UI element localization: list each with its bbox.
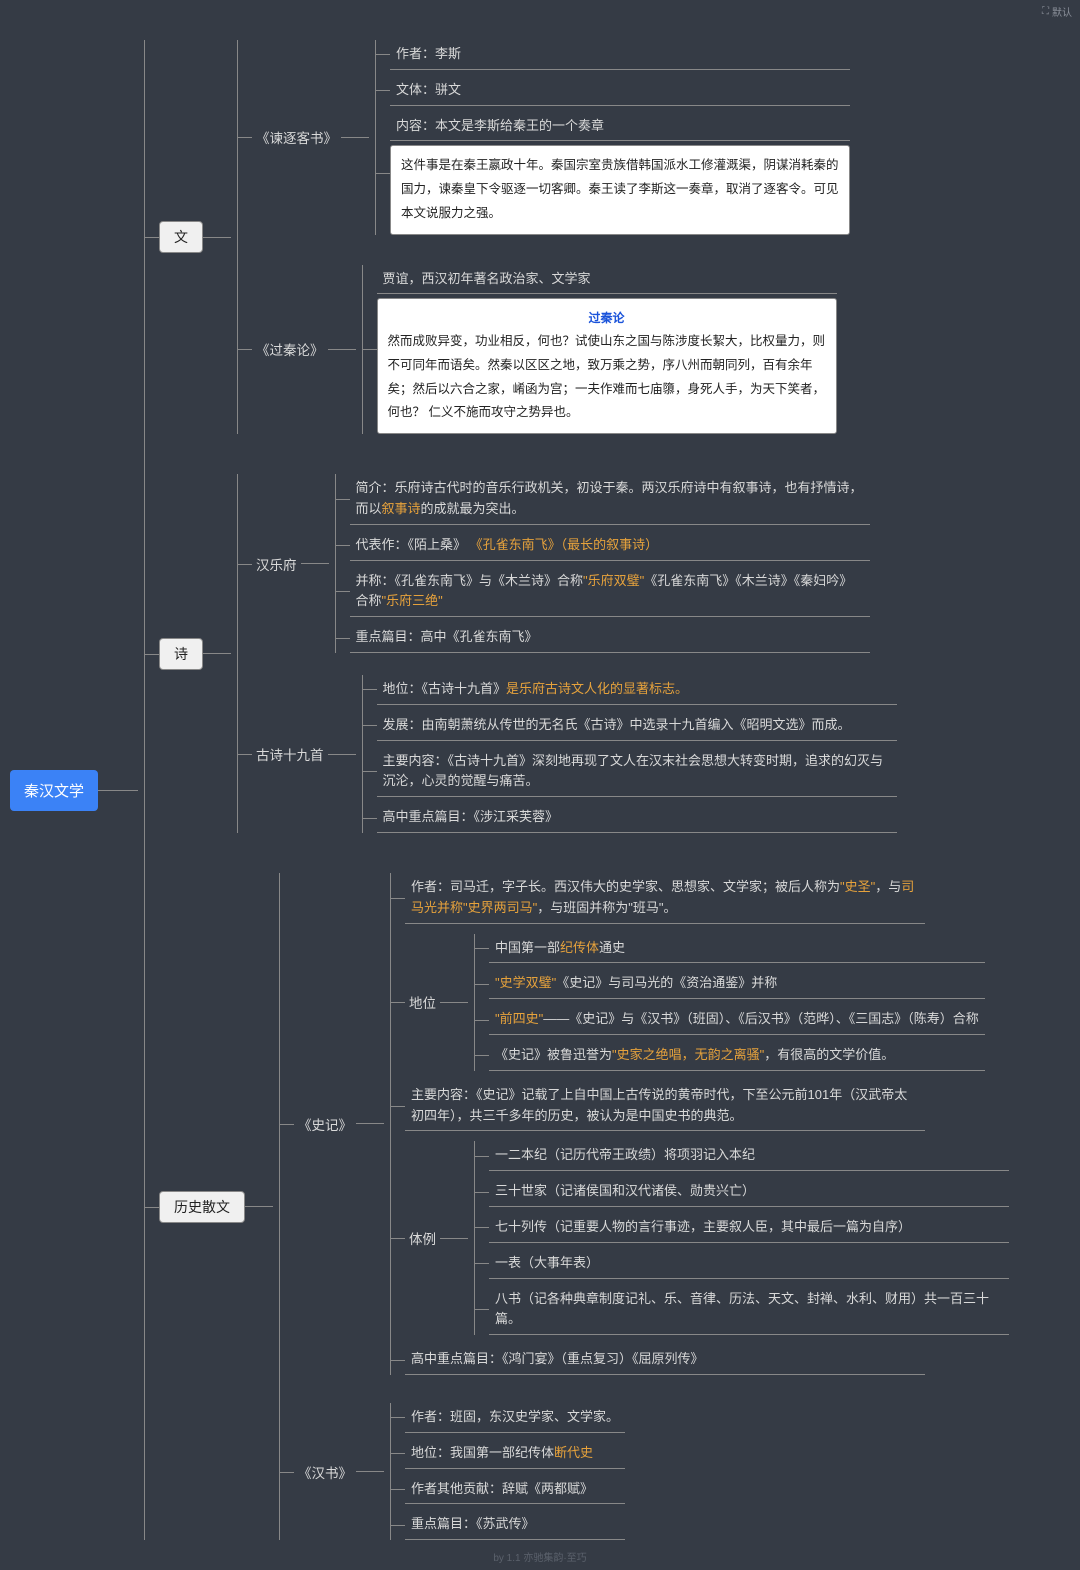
leaf-tili4: 一表（大事年表） [489,1249,1009,1279]
leaf-guoqin: 贾谊，西汉初年著名政治家、文学家 过秦论 然而成败异变，功业相反，何也？试使山东… [377,265,837,435]
leaf-shiji-content: 主要内容：《史记》记载了上自中国上古传说的黄帝时代，下至公元前101年（汉武帝太… [405,1081,925,1132]
leaf-pos1: 中国第一部纪传体通史 [489,934,985,964]
leaf-tili3: 七十列传（记重要人物的言行事迹，主要叙人臣，其中最后一篇为自序） [489,1213,1009,1243]
leaf-yuefu-rep: 代表作：《陌上桑》 《孔雀东南飞》（最长的叙事诗） [350,531,870,561]
node-shiji-pos[interactable]: 地位 [405,990,440,1014]
node-sanwen[interactable]: 历史散文 [159,1191,245,1223]
fullscreen-icon[interactable]: ⛶ [1042,6,1049,17]
root-node[interactable]: 秦汉文学 [10,770,98,811]
leaf-yuefu-focus: 重点篇目：高中《孔雀东南飞》 [350,623,870,653]
note-title: 过秦论 [388,307,826,330]
node-shi[interactable]: 诗 [159,638,203,670]
leaf-style: 文体：骈文 [390,76,850,106]
leaf-shiji-focus: 高中重点篇目：《鸿门宴》（重点复习）《屈原列传》 [405,1345,925,1375]
leaf-hanshu-author: 作者：班固，东汉史学家、文学家。 [405,1403,625,1433]
node-wen[interactable]: 文 [159,221,203,253]
note-body-hl: 仁义不施而攻守之势异也。 [429,405,579,419]
leaf-hanshu-focus: 重点篇目：《苏武传》 [405,1510,625,1540]
node-jianzhukeshu[interactable]: 《谏逐客书》 [252,125,341,149]
watermark: by 1.1 亦驰集韵·至巧 [493,1549,586,1564]
node-gushi19[interactable]: 古诗十九首 [252,742,328,766]
leaf-pos2: "史学双璧"《史记》与司马光的《资治通鉴》并称 [489,969,985,999]
leaf-hanshu-other: 作者其他贡献：辞赋《两都赋》 [405,1475,625,1505]
leaf-tili2: 三十世家（记诸侯国和汉代诸侯、勋贵兴亡） [489,1177,1009,1207]
leaf-pos3: "前四史"——《史记》与《汉书》（班固）、《后汉书》（范晔）、《三国志》（陈寿）… [489,1005,985,1035]
leaf-shiji-author: 作者：司马迁，字子长。西汉伟大的史学家、思想家、文学家；被后人称为"史圣"，与司… [405,873,925,924]
leaf-guoqin-author: 贾谊，西汉初年著名政治家、文学家 [377,265,837,295]
leaf-content-wrap: 内容：本文是李斯给秦王的一个奏章 这件事是在秦王嬴政十年。秦国宗室贵族借韩国派水… [390,112,850,235]
node-shiji-tili[interactable]: 体例 [405,1226,440,1250]
node-shiji[interactable]: 《史记》 [294,1112,356,1136]
leaf-tili1: 一二本纪（记历代帝王政绩）将项羽记入本纪 [489,1141,1009,1171]
note-jianzhu: 这件事是在秦王嬴政十年。秦国宗室贵族借韩国派水工修灌溉渠，阴谋消耗秦的国力，谏秦… [390,145,850,234]
toolbar-label: 默认 [1052,4,1072,19]
node-guoqinlun[interactable]: 《过秦论》 [252,337,328,361]
node-hanshu[interactable]: 《汉书》 [294,1460,356,1484]
toolbar: ⛶ 默认 [1042,4,1072,19]
mindmap-canvas[interactable]: ⛶ 默认 秦汉文学 文 《谏逐客书》 作者：李斯 文体：骈文 [0,0,1080,1570]
leaf-tili5: 八书（记各种典章制度记礼、乐、音律、历法、天文、封禅、水利、财用）共一百三十篇。 [489,1285,1009,1336]
leaf-content: 内容：本文是李斯给秦王的一个奏章 [390,112,850,142]
leaf-author: 作者：李斯 [390,40,850,70]
leaf-yuefu-intro: 简介：乐府诗古代时的音乐行政机关，初设于秦。两汉乐府诗中有叙事诗，也有抒情诗，而… [350,474,870,525]
node-yuefu[interactable]: 汉乐府 [252,552,301,576]
leaf-yuefu-alias: 并称：《孔雀东南飞》与《木兰诗》合称"乐府双璧"《孔雀东南飞》《木兰诗》《秦妇吟… [350,567,870,618]
leaf-gushi-focus: 高中重点篇目：《涉江采芙蓉》 [377,803,897,833]
note-guoqin: 过秦论 然而成败异变，功业相反，何也？试使山东之国与陈涉度长絜大，比权量力，则不… [377,298,837,434]
leaf-gushi-pos: 地位：《古诗十九首》是乐府古诗文人化的显著标志。 [377,675,897,705]
leaf-gushi-content: 主要内容：《古诗十九首》深刻地再现了文人在汉末社会思想大转变时期，追求的幻灭与沉… [377,747,897,798]
leaf-gushi-dev: 发展：由南朝萧统从传世的无名氏《古诗》中选录十九首编入《昭明文选》而成。 [377,711,897,741]
leaf-pos4: 《史记》被鲁迅誉为"史家之绝唱，无韵之离骚"，有很高的文学价值。 [489,1041,985,1071]
leaf-hanshu-pos: 地位：我国第一部纪传体断代史 [405,1439,625,1469]
